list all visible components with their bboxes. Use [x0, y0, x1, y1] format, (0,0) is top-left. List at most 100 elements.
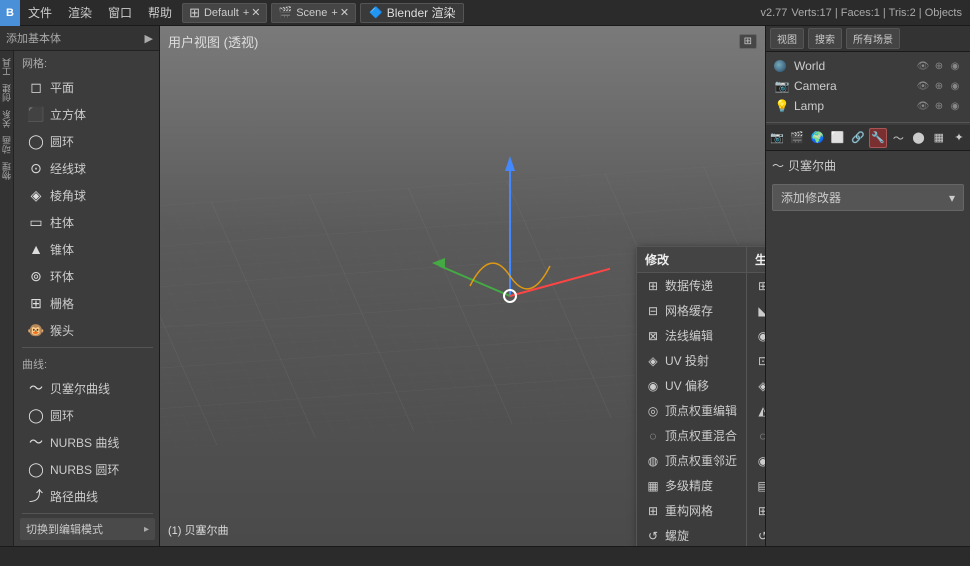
- prop-particles-btn[interactable]: ✦: [950, 128, 968, 148]
- ctx-item-vwedit[interactable]: ◎ 顶点权重编辑: [637, 398, 746, 423]
- remesh2-icon: ⊞: [755, 503, 765, 519]
- mesh-icosphere[interactable]: ◈ 棱角球: [20, 182, 155, 208]
- eye-icon[interactable]: 👁: [916, 59, 930, 73]
- cursor-icon3[interactable]: ⊕: [932, 99, 946, 113]
- menu-window[interactable]: 窗口: [100, 0, 140, 25]
- ctx-item-array[interactable]: ⊞ 阵列: [747, 273, 765, 298]
- cursor-icon[interactable]: ⊕: [932, 59, 946, 73]
- version-text: v2.77: [760, 7, 787, 19]
- prop-scene-btn[interactable]: 🎬: [788, 128, 806, 148]
- mirror-icon: ◉: [755, 453, 765, 469]
- ctx-item-decimate[interactable]: ◈ 精简: [747, 373, 765, 398]
- ctx-item-multires2[interactable]: ▤ 多级精度: [747, 473, 765, 498]
- mesh-plane[interactable]: ◻ 平面: [20, 74, 155, 100]
- menu-render[interactable]: 渲染: [60, 0, 100, 25]
- ctx-item-mirror[interactable]: ◉ 镜射: [747, 448, 765, 473]
- ctx-item-meshcache[interactable]: ⊟ 网格缓存: [637, 298, 746, 323]
- ctx-item-multires[interactable]: ▦ 多级精度: [637, 473, 746, 498]
- search-btn[interactable]: 搜索: [808, 28, 842, 49]
- stats-text: Verts:17 | Faces:1 | Tris:2 | Objects: [791, 7, 962, 19]
- app-icon[interactable]: B: [0, 0, 20, 26]
- side-tab-animate[interactable]: 动画: [0, 133, 14, 157]
- scene-selector[interactable]: 🎬 Scene + ✕: [271, 3, 356, 23]
- side-tab-physics[interactable]: 物理: [0, 159, 14, 183]
- prop-data-btn[interactable]: 〜: [889, 128, 907, 148]
- menu-file[interactable]: 文件: [20, 0, 60, 25]
- screw-icon: ↺: [645, 528, 661, 544]
- scene-item-lamp[interactable]: 💡 Lamp 👁 ⊕ ◉: [770, 96, 966, 116]
- viewport[interactable]: 用户视图 (透视) ⊞ (1) 贝塞尔曲 修改 ⊞ 数据传递 ⊟ 网格缓存 ⊠: [160, 26, 765, 546]
- menu-help[interactable]: 帮助: [140, 0, 180, 25]
- cursor-icon2[interactable]: ⊕: [932, 79, 946, 93]
- nav-btn-maximize[interactable]: ⊞: [739, 34, 757, 49]
- ctx-item-normaledit[interactable]: ⊠ 法线编辑: [637, 323, 746, 348]
- left-panel-title: 添加基本体 ▶: [0, 26, 159, 51]
- scenes-btn[interactable]: 所有场景: [846, 28, 900, 49]
- prop-render-btn[interactable]: 📷: [768, 128, 786, 148]
- side-tab-create[interactable]: 创建: [0, 81, 14, 105]
- mesh-torus[interactable]: ◯ 圆环: [20, 128, 155, 154]
- main-area: 添加基本体 ▶ 工具 创建 关系 动画 物理 网格: ◻ 平面 ⬛: [0, 26, 970, 546]
- ctx-item-datatransfer[interactable]: ⊞ 数据传递: [637, 273, 746, 298]
- path-curve[interactable]: ⤴ 路径曲线: [20, 483, 155, 509]
- render-icon[interactable]: ◉: [948, 59, 962, 73]
- bezier-label: 〜 贝塞尔曲: [772, 157, 964, 174]
- ctx-item-edgesplit[interactable]: ◭ 拆边: [747, 398, 765, 423]
- camera-icon: 📷: [774, 78, 790, 94]
- ctx-item-uvwarp[interactable]: ◉ UV 偏移: [637, 373, 746, 398]
- side-tab-relations[interactable]: 关系: [0, 107, 14, 131]
- toggle-edit-mode[interactable]: 切换到编辑模式 ▸: [20, 518, 155, 540]
- render-icon3[interactable]: ◉: [948, 99, 962, 113]
- scene-item-world[interactable]: World 👁 ⊕ ◉: [770, 56, 966, 76]
- mesh-cylinder[interactable]: ▭ 柱体: [20, 209, 155, 235]
- ctx-item-screw2[interactable]: ↺ 螺旋: [747, 523, 765, 546]
- multires2-icon: ▤: [755, 478, 765, 494]
- ctx-item-uvproject[interactable]: ◈ UV 投射: [637, 348, 746, 373]
- prop-object-btn[interactable]: ⬜: [829, 128, 847, 148]
- mesh-cube[interactable]: ⬛ 立方体: [20, 101, 155, 127]
- ctx-item-boolean[interactable]: ◉ 布尔: [747, 323, 765, 348]
- prop-world-btn[interactable]: 🌍: [808, 128, 826, 148]
- ctx-item-remesh2[interactable]: ⊞ 重构网格: [747, 498, 765, 523]
- ctx-item-mask[interactable]: ◌ 遮罩: [747, 423, 765, 448]
- ctx-item-screw[interactable]: ↺ 螺旋: [637, 523, 746, 546]
- normaledit-icon: ⊠: [645, 328, 661, 344]
- mesh-grid[interactable]: ⊞ 栅格: [20, 290, 155, 316]
- prop-texture-btn[interactable]: ▦: [930, 128, 948, 148]
- monkey-icon: 🐵: [26, 320, 46, 340]
- ctx-item-bevel[interactable]: ◣ 倒角: [747, 298, 765, 323]
- ctx-item-vwmix[interactable]: ◌ 顶点权重混合: [637, 423, 746, 448]
- mesh-monkey[interactable]: 🐵 猴头: [20, 317, 155, 343]
- ctx-item-vwproximity[interactable]: ◍ 顶点权重邻近: [637, 448, 746, 473]
- circle-icon: ◯: [26, 405, 46, 425]
- prop-modifier-btn active-red[interactable]: 🔧: [869, 128, 887, 148]
- curve-bezier[interactable]: 〜 贝塞尔曲线: [20, 375, 155, 401]
- mesh-uvsphere[interactable]: ⊙ 经线球: [20, 155, 155, 181]
- nurbs-curve[interactable]: 〜 NURBS 曲线: [20, 429, 155, 455]
- scene-item-camera[interactable]: 📷 Camera 👁 ⊕ ◉: [770, 76, 966, 96]
- ctx-header-modify: 修改: [637, 247, 746, 273]
- editor-type[interactable]: ⊞ Default + ✕: [182, 3, 267, 23]
- add-modifier-btn[interactable]: 添加修改器 ▾: [772, 184, 964, 211]
- edgesplit-icon: ◭: [755, 403, 765, 419]
- cylinder-icon: ▭: [26, 212, 46, 232]
- eye-icon3[interactable]: 👁: [916, 99, 930, 113]
- nurbs-circle[interactable]: ◯ NURBS 圆环: [20, 456, 155, 482]
- engine-selector[interactable]: 🔷 Blender 渲染: [360, 3, 464, 23]
- curve-circle[interactable]: ◯ 圆环: [20, 402, 155, 428]
- side-tabs: 工具 创建 关系 动画 物理: [0, 51, 14, 546]
- prop-constraints-btn[interactable]: 🔗: [849, 128, 867, 148]
- side-tab-tools[interactable]: 工具: [0, 55, 14, 79]
- render-icon2[interactable]: ◉: [948, 79, 962, 93]
- eye-icon2[interactable]: 👁: [916, 79, 930, 93]
- view-btn[interactable]: 视图: [770, 28, 804, 49]
- ctx-item-remesh[interactable]: ⊞ 重构网格: [637, 498, 746, 523]
- left-panel: 添加基本体 ▶ 工具 创建 关系 动画 物理 网格: ◻ 平面 ⬛: [0, 26, 160, 546]
- ctx-item-build[interactable]: ⊡ 建形: [747, 348, 765, 373]
- mesh-ring[interactable]: ⊚ 环体: [20, 263, 155, 289]
- mesh-cone[interactable]: ▲ 锥体: [20, 236, 155, 262]
- uvproject-icon: ◈: [645, 353, 661, 369]
- panel-collapse[interactable]: ▶: [145, 32, 153, 45]
- multires-icon: ▦: [645, 478, 661, 494]
- prop-material-btn[interactable]: ⬤: [909, 128, 927, 148]
